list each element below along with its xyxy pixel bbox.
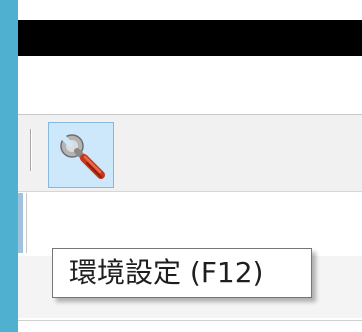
- menu-bar: [18, 56, 362, 114]
- panel-tab-indicator[interactable]: [18, 193, 23, 253]
- preferences-button[interactable]: [48, 122, 114, 188]
- toolbar: [18, 115, 362, 191]
- panel-divider: [26, 193, 27, 253]
- tooltip-text: 環境設定 (F12): [69, 256, 264, 289]
- bottom-divider: [18, 320, 362, 321]
- preferences-tooltip: 環境設定 (F12): [52, 248, 312, 298]
- toolbar-separator: [30, 129, 31, 171]
- title-bar: [18, 20, 362, 56]
